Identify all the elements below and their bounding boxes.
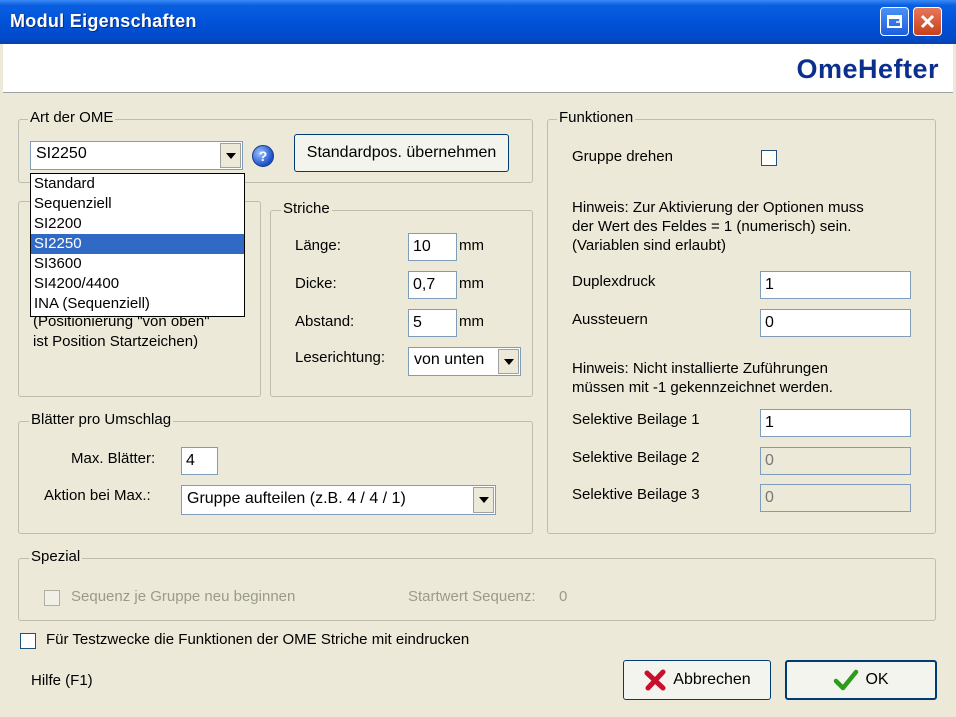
help-icon[interactable]: ? — [252, 145, 274, 167]
startwert-label: Startwert Sequenz: — [408, 588, 536, 605]
testzwecke-label: Für Testzwecke die Funktionen der OME St… — [46, 631, 470, 648]
leserichtung-select[interactable]: von unten — [408, 347, 521, 376]
hinweis1-line2: der Wert des Feldes = 1 (numerisch) sein… — [572, 218, 852, 235]
aussteuern-input[interactable]: 0 — [760, 309, 911, 337]
abstand-unit: mm — [459, 313, 484, 330]
hinweis2-line1: Hinweis: Nicht installierte Zuführungen — [572, 360, 828, 377]
title-bar[interactable]: Modul Eigenschaften — [0, 0, 956, 44]
aktion-label: Aktion bei Max.: — [44, 487, 151, 504]
dicke-label: Dicke: — [295, 275, 337, 292]
leserichtung-label: Leserichtung: — [295, 349, 386, 366]
restore-button[interactable] — [880, 7, 909, 36]
spezial-group-label: Spezial — [29, 548, 83, 565]
list-item[interactable]: Sequenziell — [31, 194, 244, 214]
beilage3-input: 0 — [760, 484, 911, 512]
beilage1-input[interactable]: 1 — [760, 409, 911, 437]
hinweis1-line1: Hinweis: Zur Aktivierung der Optionen mu… — [572, 199, 864, 216]
duplex-label: Duplexdruck — [572, 273, 656, 290]
laenge-input[interactable]: 10 — [408, 233, 457, 261]
funktionen-group-label: Funktionen — [557, 109, 636, 126]
startwert-value: 0 — [559, 588, 568, 605]
aktion-value: Gruppe aufteilen (z.B. 4 / 4 / 1) — [187, 490, 406, 507]
laenge-label: Länge: — [295, 237, 341, 254]
list-item[interactable]: SI4200/4400 — [31, 274, 244, 294]
testzwecke-checkbox[interactable] — [20, 633, 36, 649]
dicke-unit: mm — [459, 275, 484, 292]
hilfe-link[interactable]: Hilfe (F1) — [31, 672, 93, 689]
abstand-label: Abstand: — [295, 313, 355, 330]
art-dropdown-list[interactable]: Standard Sequenziell SI2200 SI2250 SI360… — [30, 173, 245, 317]
ok-button[interactable]: OK — [785, 660, 937, 700]
chevron-down-icon[interactable] — [220, 143, 241, 168]
striche-group-label: Striche — [281, 200, 332, 217]
sequenz-label: Sequenz je Gruppe neu beginnen — [71, 588, 296, 605]
gruppe-drehen-label: Gruppe drehen — [572, 148, 673, 165]
close-icon — [920, 14, 935, 29]
cancel-x-icon — [644, 669, 666, 691]
duplex-input[interactable]: 1 — [760, 271, 911, 299]
blaetter-group — [18, 421, 533, 534]
laenge-unit: mm — [459, 237, 484, 254]
list-item[interactable]: SI3600 — [31, 254, 244, 274]
beilage3-label: Selektive Beilage 3 — [572, 486, 700, 503]
list-item-selected[interactable]: SI2250 — [31, 234, 244, 254]
max-blaetter-label: Max. Blätter: — [71, 450, 156, 467]
art-group-label: Art der OME — [28, 109, 116, 126]
cancel-label: Abbrechen — [673, 671, 751, 688]
chevron-down-icon[interactable] — [473, 487, 494, 513]
beilage2-input: 0 — [760, 447, 911, 475]
art-select-value: SI2250 — [36, 145, 87, 162]
window-title: Modul Eigenschaften — [10, 11, 197, 31]
max-blaetter-input[interactable]: 4 — [181, 447, 218, 475]
close-button[interactable] — [913, 7, 942, 36]
art-select[interactable]: SI2250 — [30, 141, 243, 170]
hinweis2-line2: müssen mit -1 gekennzeichnet werden. — [572, 379, 833, 396]
positionierung-note-2: ist Position Startzeichen) — [33, 333, 199, 350]
aktion-select[interactable]: Gruppe aufteilen (z.B. 4 / 4 / 1) — [181, 485, 496, 515]
blaetter-group-label: Blätter pro Umschlag — [29, 411, 174, 428]
cancel-button[interactable]: Abbrechen — [623, 660, 771, 700]
restore-icon — [887, 15, 902, 28]
beilage1-label: Selektive Beilage 1 — [572, 411, 700, 428]
ok-label: OK — [865, 671, 889, 688]
list-item[interactable]: SI2200 — [31, 214, 244, 234]
leserichtung-value: von unten — [414, 351, 485, 368]
list-item[interactable]: Standard — [31, 174, 244, 194]
list-item[interactable]: INA (Sequenziell) — [31, 294, 244, 314]
standardpos-button[interactable]: Standardpos. übernehmen — [294, 134, 509, 172]
chevron-down-icon[interactable] — [498, 349, 519, 374]
checkmark-icon — [834, 669, 859, 691]
dicke-input[interactable]: 0,7 — [408, 271, 457, 299]
gruppe-drehen-checkbox[interactable] — [761, 150, 777, 166]
brand-logo: OmeHefter — [796, 54, 939, 84]
sequenz-checkbox — [44, 590, 60, 606]
beilage2-label: Selektive Beilage 2 — [572, 449, 700, 466]
abstand-input[interactable]: 5 — [408, 309, 457, 337]
aussteuern-label: Aussteuern — [572, 311, 648, 328]
header-banner: OmeHefter — [3, 44, 953, 93]
hinweis1-line3: (Variablen sind erlaubt) — [572, 237, 726, 254]
